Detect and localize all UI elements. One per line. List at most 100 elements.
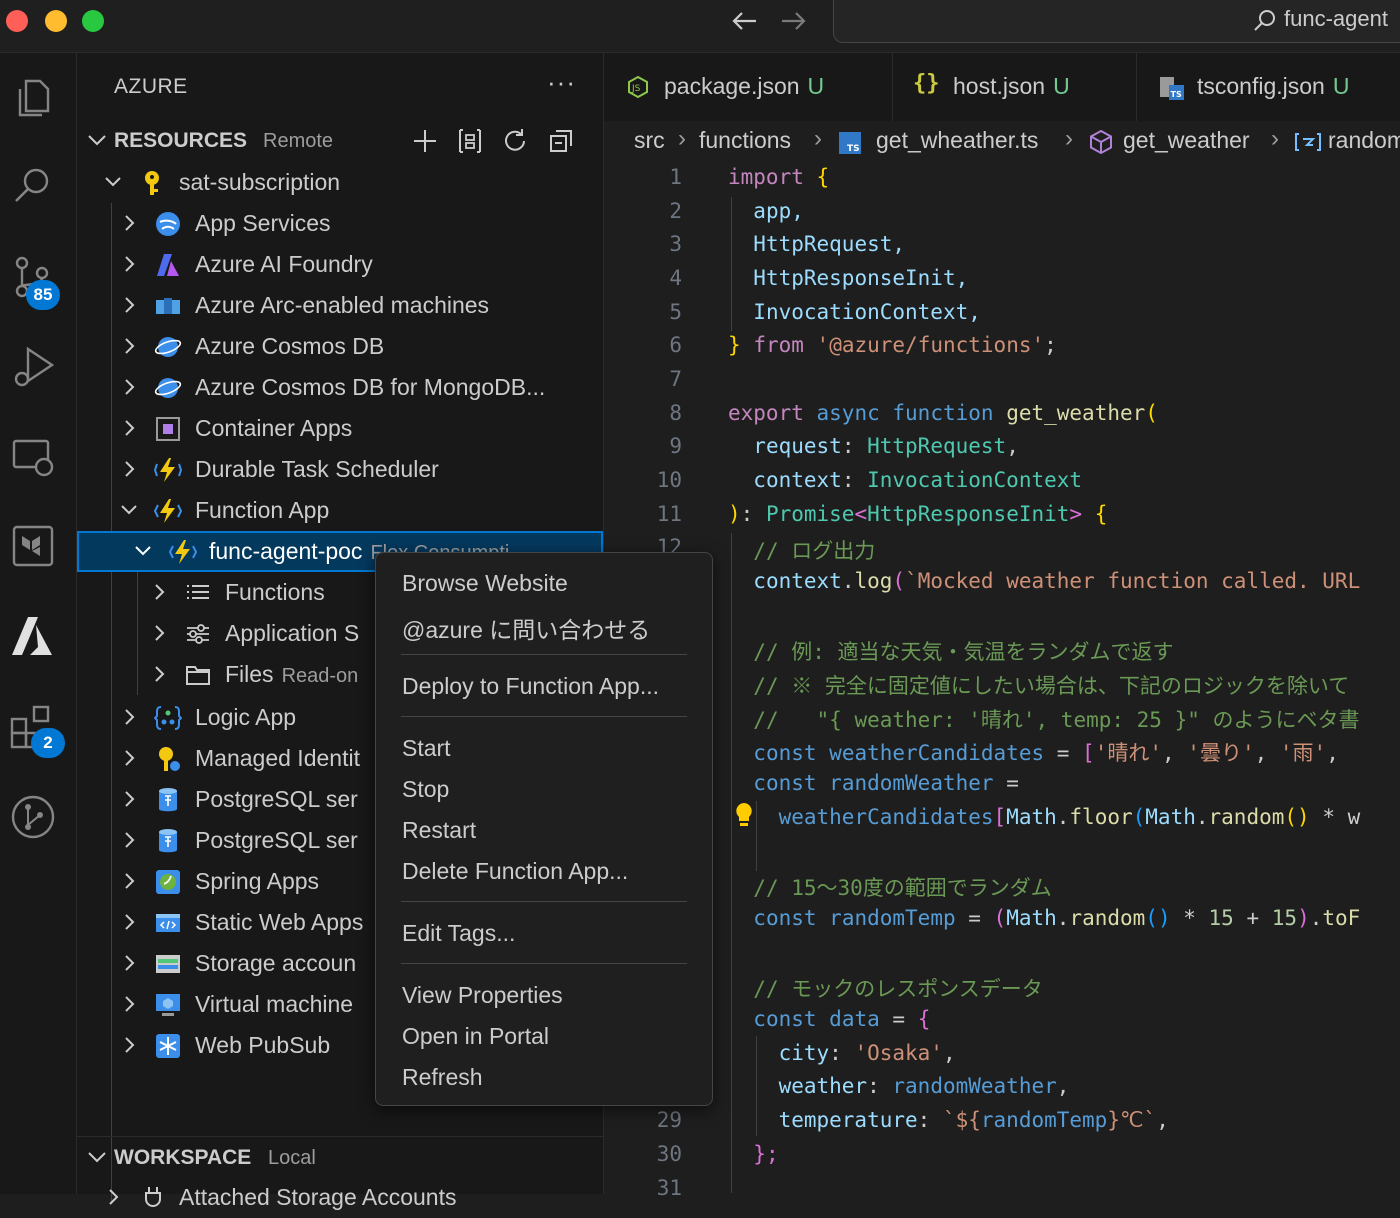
symbol-method-icon	[1090, 129, 1112, 155]
chevron-right-icon	[125, 791, 135, 807]
menu-item-label: Edit Tags...	[402, 920, 516, 946]
tree-item-label: Logic App	[195, 704, 297, 730]
line-number: 9	[669, 434, 682, 458]
tab-package-json[interactable]: JS package.json U	[604, 53, 893, 121]
menu-item-restart[interactable]: Restart	[376, 810, 712, 851]
source-control-badge: 85	[26, 280, 60, 310]
explorer-icon[interactable]	[8, 73, 58, 123]
list-icon	[187, 585, 209, 599]
plus-icon[interactable]	[410, 126, 440, 156]
tab-status: U	[807, 73, 825, 99]
code-line: // ※ 完全に固定値にしたい場合は、下記のロジックを除いて	[753, 674, 1350, 698]
tree-item-container-apps[interactable]: Container Apps	[77, 408, 603, 449]
nodejs-icon: JS	[628, 75, 648, 99]
svg-text:TS: TS	[847, 144, 860, 154]
breadcrumb-item[interactable]: get_wheather.ts	[876, 127, 1038, 154]
arrow-right-icon[interactable]	[778, 6, 808, 42]
tab-tsconfig-json[interactable]: TS tsconfig.json U	[1137, 53, 1400, 121]
tree-item-durable-task[interactable]: Durable Task Scheduler	[77, 449, 603, 490]
menu-item-ask-azure[interactable]: @azure に問い合わせる	[376, 604, 712, 645]
code-editor[interactable]: import { app, HttpRequest, HttpResponseI…	[704, 161, 1400, 1194]
breadcrumb-item[interactable]: src	[634, 127, 665, 154]
menu-item-stop[interactable]: Stop	[376, 769, 712, 810]
tree-item-cosmos-mongo[interactable]: Azure Cosmos DB for MongoDB...	[77, 367, 603, 408]
breadcrumb: src › functions › TS get_wheather.ts › g…	[604, 121, 1400, 161]
line-number: 30	[656, 1142, 682, 1166]
code-line: const data = {	[753, 1007, 931, 1031]
menu-item-label: Browse Website	[402, 570, 568, 596]
code-line: // 15〜30度の範囲でランダム	[753, 876, 1052, 900]
plug-icon	[145, 1187, 161, 1207]
refresh-icon[interactable]	[500, 126, 530, 156]
tree-item-cosmos-db[interactable]: Azure Cosmos DB	[77, 326, 603, 367]
code-line: context.log(`Mocked weather function cal…	[753, 569, 1361, 593]
arrow-left-icon[interactable]	[730, 6, 760, 42]
breadcrumb-item[interactable]: functions	[699, 127, 791, 154]
breadcrumb-item[interactable]: get_weather	[1123, 127, 1250, 154]
tree-item-function-app[interactable]: Function App	[77, 490, 603, 531]
key-icon	[145, 171, 159, 195]
virtual-machine-icon	[156, 994, 180, 1016]
workspace-section-header[interactable]: WORKSPACE Local	[77, 1139, 603, 1179]
arc-machines-icon	[156, 298, 180, 314]
workspace-header-sub: Local	[268, 1147, 316, 1169]
tree-item-label: Static Web Apps	[195, 909, 364, 935]
tab-host-json[interactable]: {} host.json U	[893, 53, 1137, 121]
run-debug-icon[interactable]	[8, 341, 58, 391]
spring-apps-icon	[156, 870, 180, 894]
svg-text:JS: JS	[631, 84, 641, 94]
menu-item-view-properties[interactable]: View Properties	[376, 975, 712, 1016]
chevron-right-icon	[125, 215, 135, 231]
line-number: 29	[656, 1108, 682, 1132]
terraform-icon[interactable]	[8, 521, 58, 571]
tree-item-ai-foundry[interactable]: Azure AI Foundry	[77, 244, 603, 285]
subscription-label: sat-subscription	[179, 169, 341, 195]
azure-icon[interactable]	[8, 611, 58, 661]
menu-item-edit-tags[interactable]: Edit Tags...	[376, 913, 712, 954]
chevron-right-icon	[125, 832, 135, 848]
web-pubsub-icon	[156, 1034, 180, 1058]
group-by-icon[interactable]	[455, 126, 485, 156]
command-center-search[interactable]: func-agent	[833, 0, 1400, 43]
maximize-window-button[interactable]	[82, 10, 104, 32]
menu-item-label: Restart	[402, 817, 477, 843]
close-window-button[interactable]	[6, 10, 28, 32]
tree-item-app-services[interactable]: App Services	[77, 203, 603, 244]
remote-explorer-icon[interactable]	[8, 431, 58, 481]
app-services-icon	[156, 212, 180, 236]
git-graph-icon[interactable]	[8, 791, 58, 841]
durable-task-icon	[154, 458, 182, 482]
function-app-icon	[154, 499, 182, 523]
svg-text:TS: TS	[1171, 90, 1182, 99]
chevron-down-icon	[88, 135, 106, 146]
menu-item-browse-website[interactable]: Browse Website	[376, 563, 712, 604]
chevron-right-icon	[125, 338, 135, 354]
more-actions-button[interactable]: ···	[547, 67, 576, 98]
search-icon[interactable]	[8, 161, 58, 211]
minimize-window-button[interactable]	[45, 10, 67, 32]
function-app-icon	[169, 540, 197, 564]
tree-item-label: App Services	[195, 210, 331, 236]
tree-item-label: Function App	[195, 497, 330, 523]
code-line: } from '@azure/functions';	[728, 333, 1057, 357]
lightbulb-icon[interactable]	[734, 801, 754, 829]
menu-item-delete[interactable]: Delete Function App...	[376, 851, 712, 892]
tsconfig-icon: TS	[1160, 77, 1184, 100]
chevron-down-icon	[105, 177, 121, 187]
breadcrumb-item[interactable]: random	[1328, 127, 1400, 154]
tree-item-arc-machines[interactable]: Azure Arc-enabled machines	[77, 285, 603, 326]
collapse-all-icon[interactable]	[546, 126, 576, 156]
code-line: };	[753, 1142, 779, 1166]
menu-item-label: Start	[402, 735, 451, 761]
menu-item-start[interactable]: Start	[376, 728, 712, 769]
resources-section-header[interactable]: RESOURCES Remote	[77, 122, 603, 162]
tab-status: U	[1053, 73, 1070, 99]
search-icon	[1254, 10, 1275, 31]
menu-item-open-in-portal[interactable]: Open in Portal	[376, 1016, 712, 1057]
code-line: // モックのレスポンスデータ	[753, 977, 1043, 1001]
subscription-row[interactable]: sat-subscription	[77, 162, 603, 203]
menu-item-refresh[interactable]: Refresh	[376, 1057, 712, 1098]
ai-foundry-icon	[157, 254, 179, 276]
tree-item-attached-storage[interactable]: Attached Storage Accounts	[77, 1177, 603, 1218]
menu-item-deploy[interactable]: Deploy to Function App...	[376, 666, 712, 707]
